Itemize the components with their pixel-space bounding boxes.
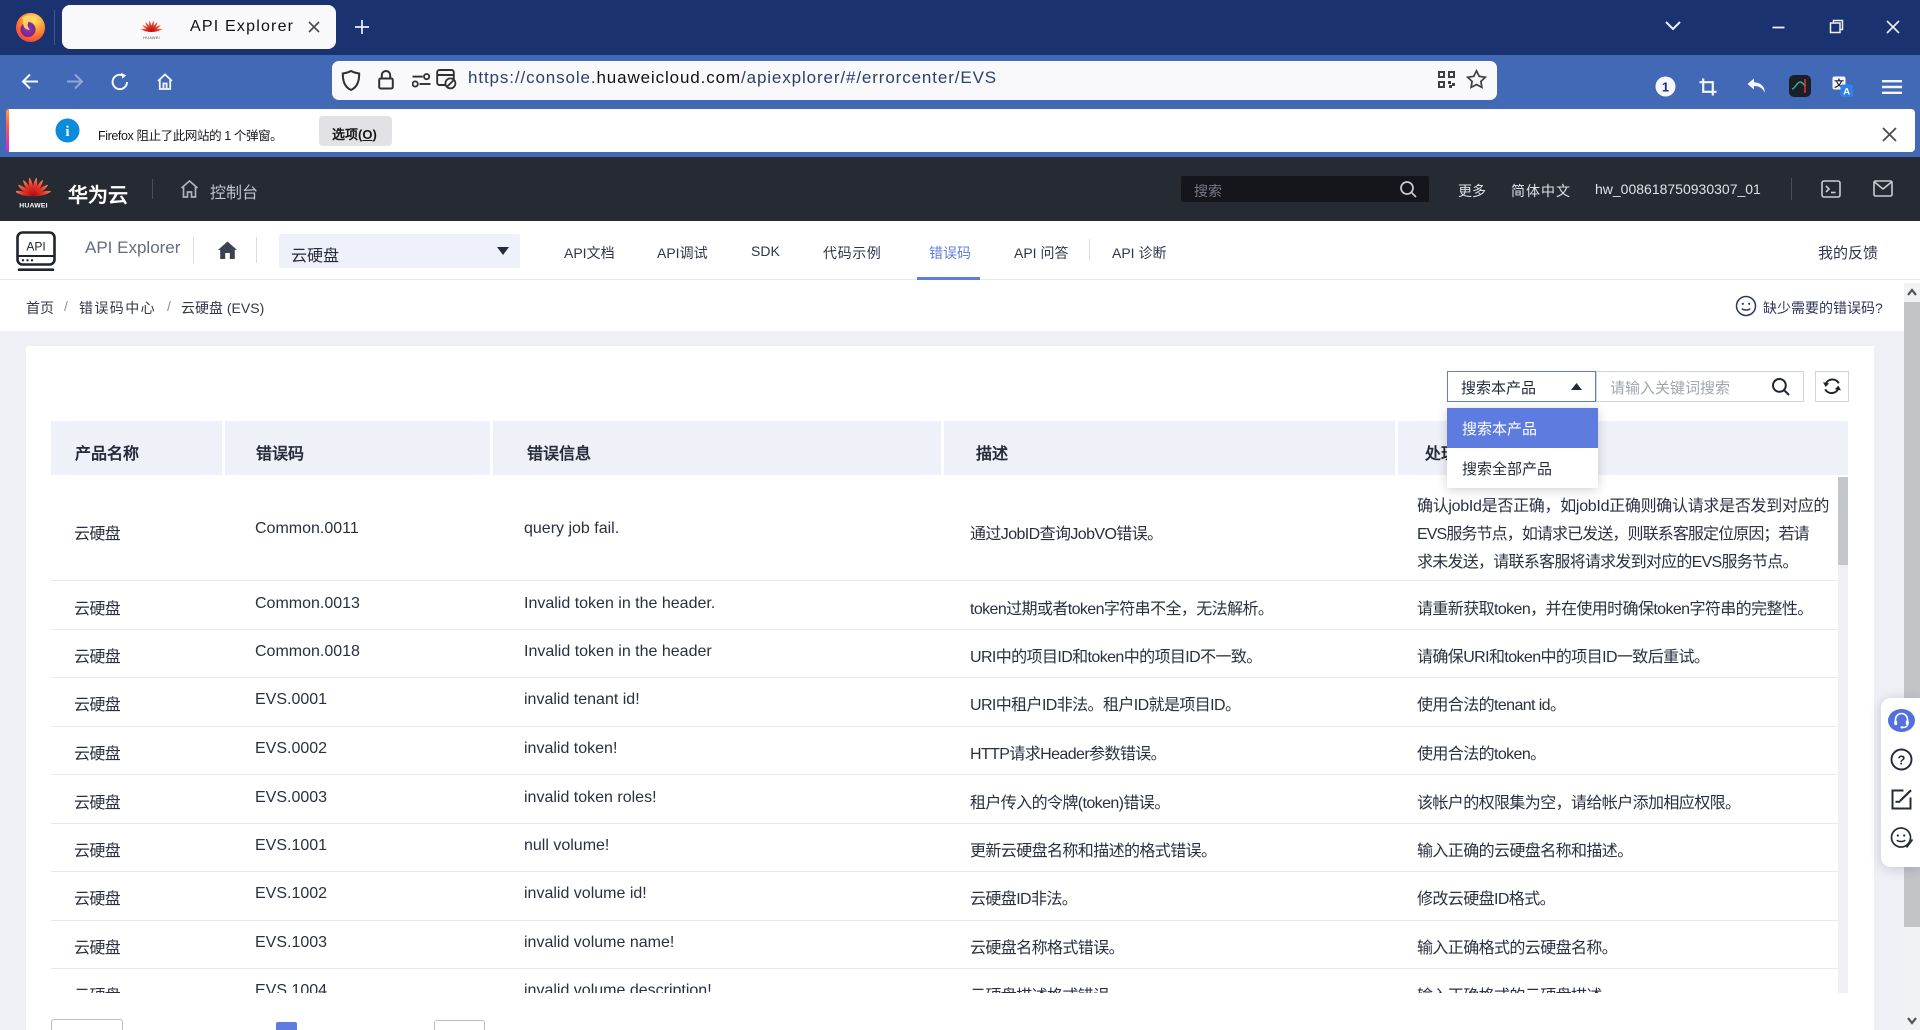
svg-text:HUAWEI: HUAWEI <box>143 35 160 40</box>
svg-text:?: ? <box>1898 753 1906 768</box>
svg-text:i: i <box>65 124 69 140</box>
svg-text:API: API <box>26 240 45 254</box>
svg-text:HUAWEI: HUAWEI <box>19 203 47 210</box>
